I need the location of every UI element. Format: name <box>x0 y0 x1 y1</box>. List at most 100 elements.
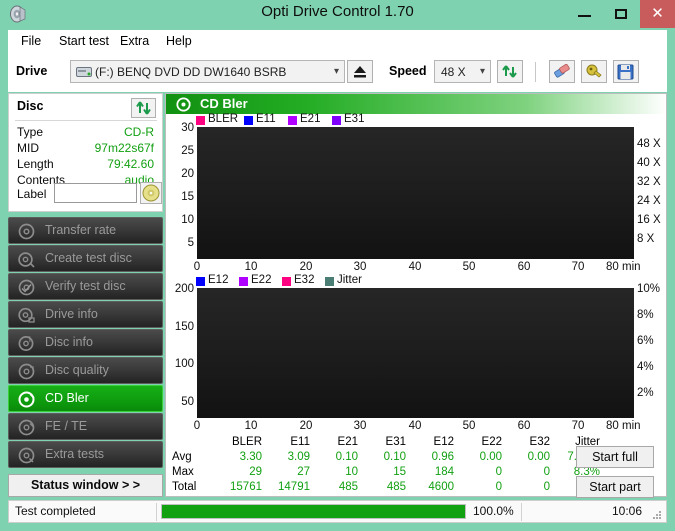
legend-label-e22: E22 <box>251 274 272 286</box>
eject-button[interactable] <box>347 60 373 83</box>
chart1-xtick-0: 0 <box>193 261 201 273</box>
chart1-ytick-5: 5 <box>187 237 194 249</box>
sidebar-item-fe-te[interactable]: FE / TE <box>8 413 163 440</box>
legend-label-e12: E12 <box>208 274 229 286</box>
save-button[interactable] <box>613 60 639 83</box>
minimize-button[interactable] <box>566 0 603 28</box>
refresh-arrows-icon <box>136 101 151 115</box>
svg-text:i: i <box>29 335 31 344</box>
sidebar-item-extra-tests[interactable]: Extra tests <box>8 441 163 468</box>
chart1-ytick-30: 30 <box>181 122 194 134</box>
plug-button[interactable] <box>581 60 607 83</box>
chart1-ytick-10: 10 <box>181 214 194 226</box>
sidebar-item-label: Extra tests <box>45 447 105 461</box>
chart2-rtick-10pct: 10% <box>637 283 661 295</box>
title-bar: Opti Drive Control 1.70 ✕ <box>0 0 675 28</box>
stats-avg-e31: 0.10 <box>383 451 406 463</box>
legend-label-bler: BLER <box>208 113 239 125</box>
sidebar-item-drive-info[interactable]: Drive info <box>8 301 163 328</box>
disc-refresh-button[interactable] <box>131 98 156 118</box>
stats-col-e22: E22 <box>481 436 502 448</box>
chart1-xtick-70: 70 <box>571 261 585 273</box>
legend-swatch-e21 <box>288 116 297 125</box>
legend-swatch-e22 <box>239 277 248 286</box>
sidebar-item-create-test-disc[interactable]: Create test disc <box>8 245 163 272</box>
status-divider <box>156 503 157 521</box>
disc-bler-icon <box>176 97 191 112</box>
menu-bar: File Start test Extra Help <box>8 30 667 52</box>
sidebar-item-label: FE / TE <box>45 419 88 433</box>
legend-swatch-jitter <box>325 277 334 286</box>
disc-write-icon <box>18 251 35 268</box>
stats-total-bler: 15761 <box>230 481 262 493</box>
disc-row-type-value: CD-R <box>124 125 154 139</box>
start-part-button[interactable]: Start part <box>576 476 654 498</box>
stats-row-avg-label: Avg <box>172 451 192 463</box>
menu-item-help[interactable]: Help <box>159 32 199 50</box>
disc-info-icon: i <box>18 335 35 352</box>
sidebar-item-transfer-rate[interactable]: Transfer rate <box>8 217 163 244</box>
sidebar-item-disc-info[interactable]: i Disc info <box>8 329 163 356</box>
maximize-button[interactable] <box>603 0 640 28</box>
sidebar-item-verify-test-disc[interactable]: Verify test disc <box>8 273 163 300</box>
toolbar-divider <box>535 62 536 82</box>
chevron-down-icon: ▾ <box>479 66 485 77</box>
progress-bar <box>161 504 466 519</box>
chart1-xtick-60: 60 <box>517 261 531 273</box>
chart2-xtick-60: 60 <box>517 420 531 432</box>
legend-label-jitter: Jitter <box>337 274 362 286</box>
stats-max-bler: 29 <box>249 466 262 478</box>
chart1-xtick-50: 50 <box>462 261 476 273</box>
stats-col-e21: E21 <box>337 436 358 448</box>
disc-check-icon <box>18 279 35 296</box>
disc-fete-icon <box>18 419 35 436</box>
stats-max-e12: 184 <box>434 466 454 478</box>
disc-row-type-label: Type <box>17 125 44 139</box>
stats-max-e11: 27 <box>297 466 310 478</box>
stats-max-e31: 15 <box>393 466 406 478</box>
chart2-xtick-80: 80 min <box>606 420 641 432</box>
status-window-button[interactable]: Status window > > <box>8 474 163 497</box>
disc-icon <box>18 223 35 240</box>
cd-disc-icon <box>142 184 160 202</box>
legend-swatch-e32 <box>282 277 291 286</box>
resize-grip-icon[interactable] <box>652 509 662 519</box>
legend-swatch-e31 <box>332 116 341 125</box>
progress-bar-fill <box>162 505 465 518</box>
disc-panel-divider <box>15 120 157 121</box>
disc-row-length-label: Length <box>17 157 54 171</box>
speed-label: Speed <box>389 64 427 78</box>
menu-item-extra[interactable]: Extra <box>113 32 156 50</box>
chart2-xtick-70: 70 <box>571 420 585 432</box>
plug-icon <box>586 64 602 78</box>
drive-icon <box>76 65 92 79</box>
stats-col-e12: E12 <box>433 436 454 448</box>
sidebar-item-disc-quality[interactable]: Disc quality <box>8 357 163 384</box>
start-full-button[interactable]: Start full <box>576 446 654 468</box>
legend-label-e31: E31 <box>344 113 365 125</box>
legend-swatch-e12 <box>196 277 205 286</box>
chart1-xtick-30: 30 <box>353 261 367 273</box>
sidebar-item-cd-bler[interactable]: CD Bler <box>8 385 163 412</box>
disc-label-apply-button[interactable] <box>140 182 162 204</box>
chart-legend-jitter: E12 E22 E32 Jitter <box>196 274 426 288</box>
refresh-button[interactable] <box>497 60 523 83</box>
stats-total-e12: 4600 <box>428 481 454 493</box>
close-button[interactable]: ✕ <box>640 0 675 28</box>
erase-button[interactable] <box>549 60 575 83</box>
chart-legend-errors: BLER E11 E21 E31 <box>196 113 416 127</box>
chart1-rtick-16x: 16 X <box>637 214 661 226</box>
menu-item-start-test[interactable]: Start test <box>52 32 116 50</box>
drive-label: Drive <box>16 64 48 78</box>
chart1-xtick-20: 20 <box>299 261 313 273</box>
disc-label-input[interactable] <box>54 183 137 203</box>
speed-select[interactable]: 48 X ▾ <box>434 60 491 83</box>
drive-select[interactable]: (F:) BENQ DVD DD DW1640 BSRB ▾ <box>70 60 345 83</box>
menu-item-file[interactable]: File <box>14 32 48 50</box>
disc-info-icon <box>18 307 35 324</box>
status-divider <box>521 503 522 521</box>
chart1-xtick-10: 10 <box>244 261 258 273</box>
chart1-xtick-40: 40 <box>408 261 422 273</box>
status-message: Test completed <box>15 504 96 518</box>
disc-extra-icon <box>18 447 35 464</box>
